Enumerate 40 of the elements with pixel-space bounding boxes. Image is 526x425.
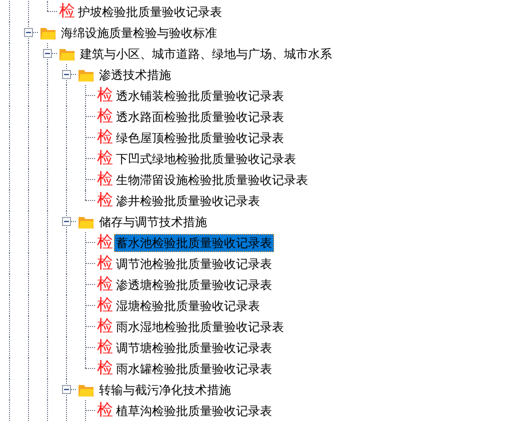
inspection-icon: 检 xyxy=(97,86,113,104)
tree-item[interactable]: 蓄水池检验批质量验收记录表 xyxy=(114,234,274,252)
folder-item[interactable]: 渗透技术措施 xyxy=(97,66,173,84)
folder-item[interactable]: 海绵设施质量检验与验收标准 xyxy=(59,24,219,42)
inspection-icon: 检 xyxy=(97,360,113,378)
inspection-icon: 检 xyxy=(97,254,113,272)
inspection-icon: 检 xyxy=(97,402,113,420)
folder-item[interactable]: 转输与截污净化技术措施 xyxy=(97,380,233,398)
tree-item[interactable]: 渗井检验批质量验收记录表 xyxy=(114,192,262,210)
inspection-icon: 检 xyxy=(97,276,113,294)
collapse-icon[interactable] xyxy=(62,385,71,394)
inspection-icon: 检 xyxy=(97,150,113,168)
tree-item[interactable]: 渗透塘检验批质量验收记录表 xyxy=(114,276,274,294)
collapse-icon[interactable] xyxy=(24,28,33,37)
inspection-icon: 检 xyxy=(97,296,113,314)
folder-item[interactable]: 建筑与小区、城市道路、绿地与广场、城市水系 xyxy=(78,44,334,62)
tree-item[interactable]: 透水路面检验批质量验收记录表 xyxy=(114,108,286,126)
collapse-icon[interactable] xyxy=(62,70,71,79)
collapse-icon[interactable] xyxy=(43,49,52,58)
tree-item[interactable]: 湿塘检验批质量验收记录表 xyxy=(114,296,262,314)
tree-item[interactable]: 植草沟检验批质量验收记录表 xyxy=(114,402,274,420)
tree-item[interactable]: 调节池检验批质量验收记录表 xyxy=(114,254,274,272)
tree-item[interactable]: 雨水湿地检验批质量验收记录表 xyxy=(114,318,286,336)
tree-item[interactable]: 绿色屋顶检验批质量验收记录表 xyxy=(114,128,286,146)
inspection-icon: 检 xyxy=(59,2,75,20)
inspection-icon: 检 xyxy=(97,192,113,210)
collapse-icon[interactable] xyxy=(62,217,71,226)
inspection-icon: 检 xyxy=(97,128,113,146)
tree-item[interactable]: 雨水罐检验批质量验收记录表 xyxy=(114,360,274,378)
inspection-icon: 检 xyxy=(97,108,113,126)
tree-item[interactable]: 透水铺装检验批质量验收记录表 xyxy=(114,86,286,104)
tree-item[interactable]: 调节塘检验批质量验收记录表 xyxy=(114,338,274,356)
folder-item[interactable]: 储存与调节技术措施 xyxy=(97,212,209,230)
inspection-icon: 检 xyxy=(97,338,113,356)
tree-item[interactable]: 生物滞留设施检验批质量验收记录表 xyxy=(114,170,310,188)
inspection-icon: 检 xyxy=(97,318,113,336)
inspection-icon: 检 xyxy=(97,234,113,252)
tree-item[interactable]: 下凹式绿地检验批质量验收记录表 xyxy=(114,150,298,168)
tree-item[interactable]: 护坡检验批质量验收记录表 xyxy=(76,2,224,20)
inspection-icon: 检 xyxy=(97,170,113,188)
